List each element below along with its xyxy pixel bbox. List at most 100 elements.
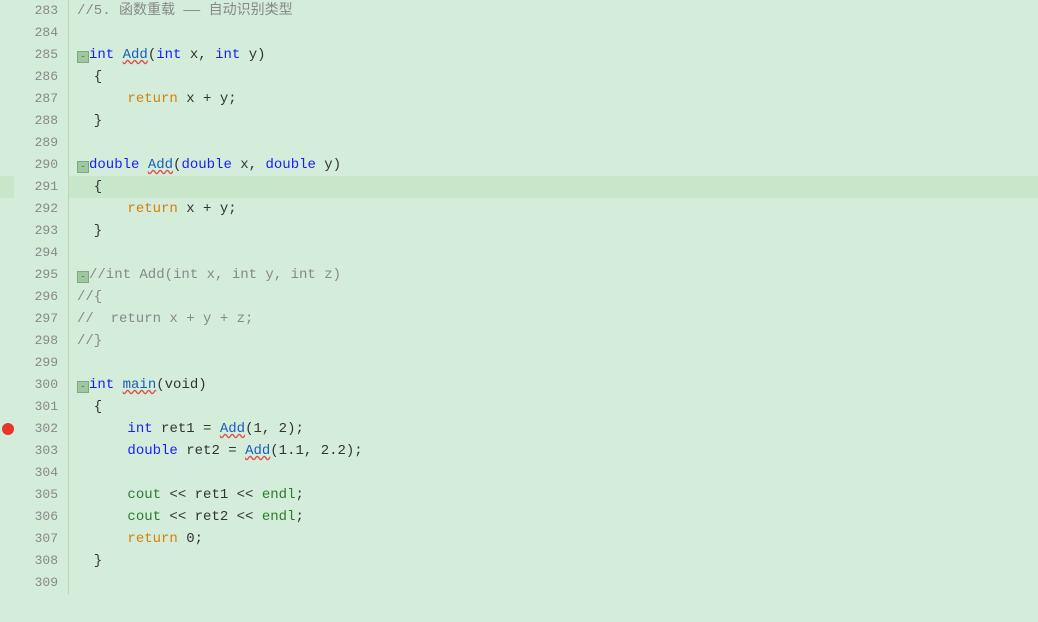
line-content-287: return x + y; — [69, 88, 1038, 110]
code-line-296: 296 //{ — [0, 286, 1038, 308]
line-num-296: 296 — [14, 286, 69, 308]
line-content-284 — [69, 22, 1038, 44]
bp-col-303 — [0, 440, 14, 462]
code-line-292: 292 return x + y; — [0, 198, 1038, 220]
fold-300[interactable]: - — [77, 381, 89, 393]
line-num-292: 292 — [14, 198, 69, 220]
line-content-303: double ret2 = Add(1.1, 2.2); — [69, 440, 1038, 462]
code-line-309: 309 — [0, 572, 1038, 594]
bp-col-296 — [0, 286, 14, 308]
line-content-304 — [69, 462, 1038, 484]
line-num-287: 287 — [14, 88, 69, 110]
line-content-301: { — [69, 396, 1038, 418]
code-editor: 283 //5. 函数重载 —— 自动识别类型 284 285 -int Add… — [0, 0, 1038, 622]
line-content-308: } — [69, 550, 1038, 572]
bp-col-307 — [0, 528, 14, 550]
line-num-293: 293 — [14, 220, 69, 242]
code-line-285: 285 -int Add(int x, int y) — [0, 44, 1038, 66]
bp-col-293 — [0, 220, 14, 242]
bp-col-308 — [0, 550, 14, 572]
code-line-288: 288 } — [0, 110, 1038, 132]
line-num-284: 284 — [14, 22, 69, 44]
line-num-301: 301 — [14, 396, 69, 418]
bp-col-291 — [0, 176, 14, 198]
code-line-286: 286 { — [0, 66, 1038, 88]
bp-col-290 — [0, 154, 14, 176]
code-line-307: 307 return 0; — [0, 528, 1038, 550]
code-line-284: 284 — [0, 22, 1038, 44]
line-content-298: //} — [69, 330, 1038, 352]
bp-col-289 — [0, 132, 14, 154]
line-content-302: int ret1 = Add(1, 2); — [69, 418, 1038, 440]
line-num-294: 294 — [14, 242, 69, 264]
code-line-283: 283 //5. 函数重载 —— 自动识别类型 — [0, 0, 1038, 22]
line-num-285: 285 — [14, 44, 69, 66]
line-content-297: // return x + y + z; — [69, 308, 1038, 330]
line-num-295: 295 — [14, 264, 69, 286]
line-content-291: { — [69, 176, 1038, 198]
bp-col-286 — [0, 66, 14, 88]
line-num-298: 298 — [14, 330, 69, 352]
fold-295[interactable]: - — [77, 271, 89, 283]
line-content-305: cout << ret1 << endl; — [69, 484, 1038, 506]
line-content-300: -int main(void) — [69, 374, 1038, 396]
code-line-308: 308 } — [0, 550, 1038, 572]
bp-col-287 — [0, 88, 14, 110]
fold-285[interactable]: - — [77, 51, 89, 63]
line-num-306: 306 — [14, 506, 69, 528]
bp-col-297 — [0, 308, 14, 330]
line-content-286: { — [69, 66, 1038, 88]
line-num-300: 300 — [14, 374, 69, 396]
code-line-290: 290 -double Add(double x, double y) — [0, 154, 1038, 176]
code-line-287: 287 return x + y; — [0, 88, 1038, 110]
bp-col-295 — [0, 264, 14, 286]
line-content-293: } — [69, 220, 1038, 242]
line-num-290: 290 — [14, 154, 69, 176]
bp-col-302 — [0, 418, 14, 440]
bp-col-284 — [0, 22, 14, 44]
code-line-298: 298 //} — [0, 330, 1038, 352]
bp-col-309 — [0, 572, 14, 594]
line-content-296: //{ — [69, 286, 1038, 308]
line-num-303: 303 — [14, 440, 69, 462]
bp-col-294 — [0, 242, 14, 264]
code-line-302: 302 int ret1 = Add(1, 2); — [0, 418, 1038, 440]
line-content-299 — [69, 352, 1038, 374]
line-num-299: 299 — [14, 352, 69, 374]
bp-col-306 — [0, 506, 14, 528]
line-num-307: 307 — [14, 528, 69, 550]
line-content-306: cout << ret2 << endl; — [69, 506, 1038, 528]
bp-col-300 — [0, 374, 14, 396]
line-content-307: return 0; — [69, 528, 1038, 550]
code-line-293: 293 } — [0, 220, 1038, 242]
bp-col-304 — [0, 462, 14, 484]
line-content-289 — [69, 132, 1038, 154]
line-num-305: 305 — [14, 484, 69, 506]
code-line-299: 299 — [0, 352, 1038, 374]
bp-col-299 — [0, 352, 14, 374]
breakpoint-302[interactable] — [2, 423, 14, 435]
code-line-300: 300 -int main(void) — [0, 374, 1038, 396]
line-num-291: 291 — [14, 176, 69, 198]
bp-col-298 — [0, 330, 14, 352]
bp-col-292 — [0, 198, 14, 220]
line-content-288: } — [69, 110, 1038, 132]
line-content-283: //5. 函数重载 —— 自动识别类型 — [69, 0, 1038, 22]
line-num-302: 302 — [14, 418, 69, 440]
code-line-303: 303 double ret2 = Add(1.1, 2.2); — [0, 440, 1038, 462]
code-line-295: 295 -//int Add(int x, int y, int z) — [0, 264, 1038, 286]
bp-col-285 — [0, 44, 14, 66]
line-num-297: 297 — [14, 308, 69, 330]
line-num-289: 289 — [14, 132, 69, 154]
bp-col-301 — [0, 396, 14, 418]
bp-col-305 — [0, 484, 14, 506]
line-num-286: 286 — [14, 66, 69, 88]
line-num-288: 288 — [14, 110, 69, 132]
code-line-301: 301 { — [0, 396, 1038, 418]
code-line-289: 289 — [0, 132, 1038, 154]
bp-col-283 — [0, 0, 14, 22]
line-num-283: 283 — [14, 0, 69, 22]
line-num-304: 304 — [14, 462, 69, 484]
fold-290[interactable]: - — [77, 161, 89, 173]
code-line-306: 306 cout << ret2 << endl; — [0, 506, 1038, 528]
